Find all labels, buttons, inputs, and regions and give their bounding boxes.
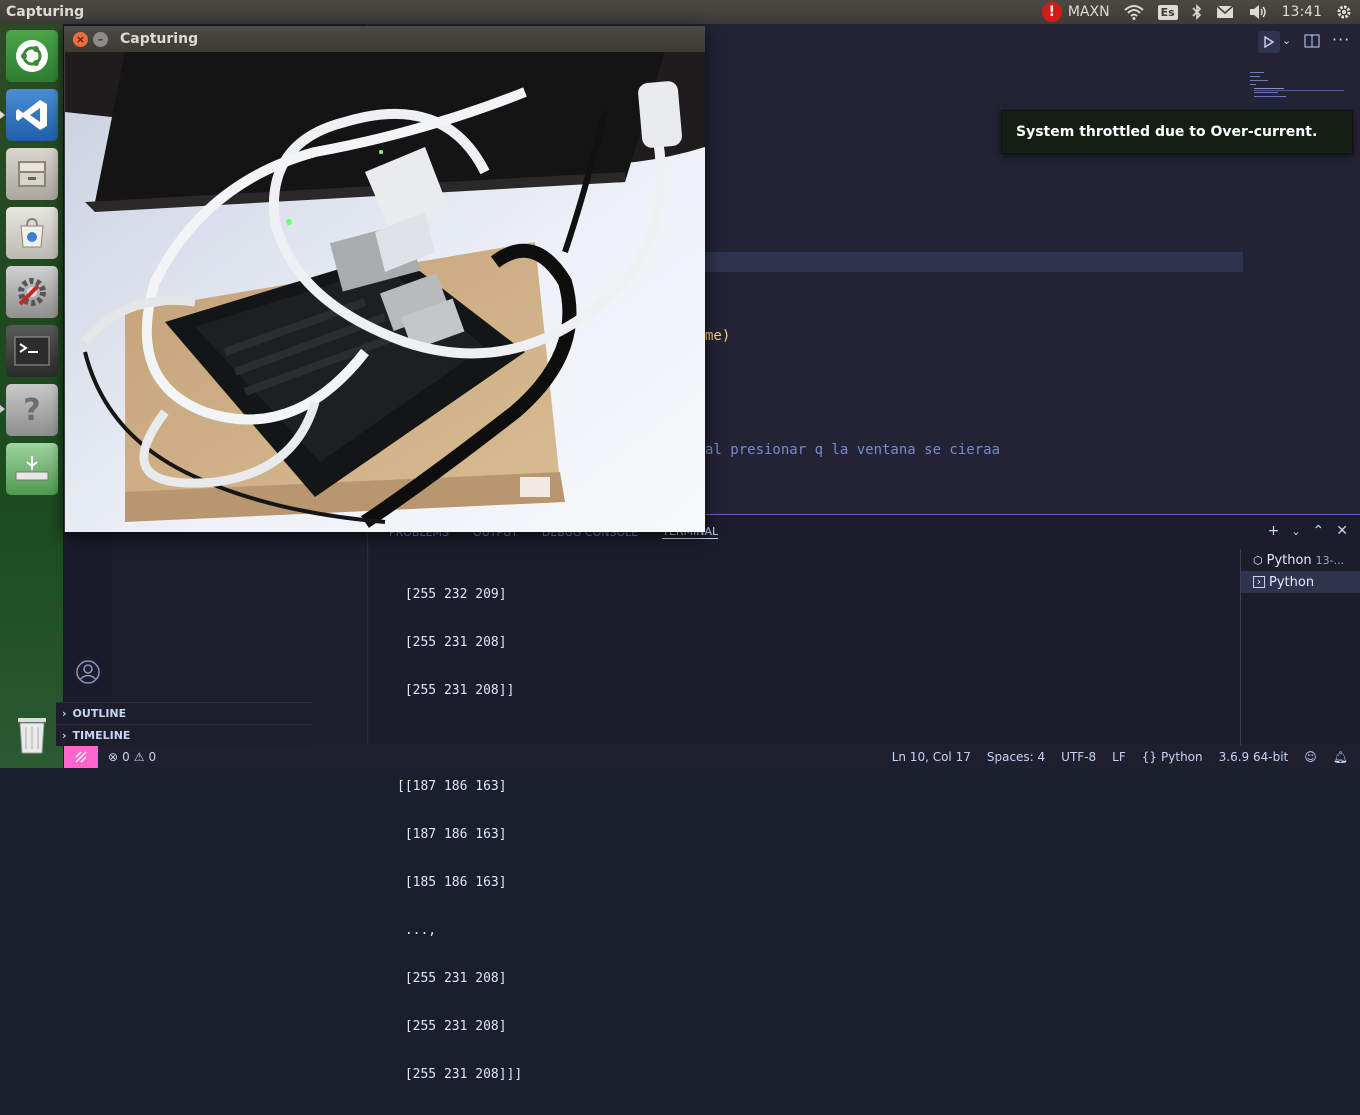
window-title: Capturing — [120, 31, 199, 47]
split-editor-icon[interactable] — [1304, 33, 1320, 53]
cursor-position[interactable]: Ln 10, Col 17 — [892, 750, 971, 764]
remote-icon[interactable] — [64, 746, 98, 768]
terminal-line: [255 231 208]]] — [397, 1067, 523, 1082]
throttle-notification[interactable]: System throttled due to Over-current. — [1001, 110, 1353, 154]
terminal-line: [187 186 163] — [397, 827, 507, 842]
code-fragment: me) — [705, 328, 731, 344]
capturing-window: × – Capturing — [64, 26, 705, 532]
account-icon[interactable] — [76, 660, 100, 688]
status-items: Ln 10, Col 17 Spaces: 4 UTF-8 LF {} Pyth… — [892, 750, 1360, 764]
volume-icon[interactable] — [1248, 4, 1268, 20]
timeline-label: TIMELINE — [72, 729, 131, 742]
power-mode-label[interactable]: MAXN — [1068, 4, 1110, 20]
terminal-list-item[interactable]: ⬡ Python 13-... — [1241, 549, 1360, 571]
software-center-icon[interactable] — [6, 207, 58, 259]
close-button[interactable]: × — [73, 31, 88, 47]
error-count: 0 — [122, 750, 130, 764]
gear-icon[interactable] — [1336, 4, 1352, 20]
help-icon[interactable]: ? — [6, 384, 58, 436]
terminal-name: Python — [1266, 552, 1312, 568]
language-mode[interactable]: {} Python — [1142, 750, 1203, 764]
terminal-line: [255 232 209] — [397, 587, 507, 602]
timeline-section[interactable]: › TIMELINE — [56, 724, 312, 746]
system-tray: ! MAXN Es 13:41 — [1041, 2, 1360, 22]
encoding[interactable]: UTF-8 — [1061, 750, 1096, 764]
terminal-shell-icon: ⬡ — [1253, 553, 1263, 567]
alert-icon[interactable]: ! — [1041, 2, 1062, 22]
file-manager-icon[interactable] — [6, 148, 58, 200]
status-bar: ⊗ 0 ⚠ 0 Ln 10, Col 17 Spaces: 4 UTF-8 LF… — [64, 746, 1360, 768]
terminal-line: ..., — [397, 923, 437, 938]
active-app-title: Capturing — [6, 4, 85, 20]
usb-installer-icon[interactable] — [6, 443, 58, 495]
braces-icon: {} — [1141, 750, 1158, 764]
keyboard-layout-indicator[interactable]: Es — [1157, 4, 1178, 20]
more-actions-icon[interactable]: ··· — [1332, 30, 1350, 49]
top-panel: Capturing ! MAXN Es 13:41 — [0, 0, 1360, 24]
launcher: ? — [0, 24, 64, 768]
new-terminal-icon[interactable]: + — [1268, 523, 1280, 539]
vscode-icon[interactable] — [6, 89, 58, 141]
bluetooth-icon[interactable] — [1192, 4, 1202, 20]
warning-count: 0 — [148, 750, 157, 764]
terminal-line: [185 186 163] — [397, 875, 507, 890]
terminal-panel: PROBLEMS OUTPUT DEBUG CONSOLE TERMINAL +… — [369, 514, 1360, 1082]
terminal-line: [255 231 208] — [397, 1019, 507, 1034]
wifi-icon[interactable] — [1123, 4, 1144, 20]
terminal-list-item[interactable]: › Python — [1241, 571, 1360, 593]
terminal-line: [255 231 208] — [397, 971, 507, 986]
line-ending[interactable]: LF — [1112, 750, 1126, 764]
terminal-shell-icon: › — [1253, 576, 1265, 588]
indentation[interactable]: Spaces: 4 — [987, 750, 1045, 764]
terminal-name: Python — [1269, 574, 1315, 590]
ubuntu-dash-icon[interactable] — [6, 30, 58, 82]
terminal-line: [255 231 208]] — [397, 683, 515, 698]
chevron-down-icon[interactable]: ⌄ — [1291, 525, 1300, 539]
terminal-icon[interactable] — [6, 325, 58, 377]
outline-label: OUTLINE — [72, 707, 127, 720]
maximize-panel-icon[interactable]: ⌃ — [1313, 523, 1325, 539]
problems-counter[interactable]: ⊗ 0 ⚠ 0 — [108, 750, 156, 764]
close-panel-icon[interactable]: ✕ — [1336, 523, 1348, 539]
capturing-titlebar[interactable]: × – Capturing — [64, 26, 705, 52]
terminal-detail: 13-... — [1315, 553, 1345, 567]
run-icon[interactable] — [1258, 31, 1280, 53]
chevron-right-icon: › — [62, 729, 67, 742]
terminal-line: [255 231 208] — [397, 635, 507, 650]
python-interpreter[interactable]: 3.6.9 64-bit — [1219, 750, 1289, 764]
panel-actions: + ⌄ ⌃ ✕ — [1268, 523, 1348, 539]
minimize-button[interactable]: – — [93, 31, 108, 47]
terminal-line: [[187 186 163] — [397, 779, 507, 794]
clock[interactable]: 13:41 — [1282, 4, 1322, 20]
terminal-output[interactable]: [255 232 209] [255 231 208] [255 231 208… — [397, 555, 522, 1115]
system-settings-icon[interactable] — [6, 266, 58, 318]
camera-image — [65, 52, 705, 532]
feedback-icon[interactable]: ☺ — [1304, 750, 1317, 764]
running-indicator — [0, 111, 5, 119]
chevron-right-icon: › — [62, 707, 67, 720]
camera-frame — [65, 52, 705, 532]
minimap[interactable] — [1250, 70, 1350, 110]
warning-icon: ⚠ — [133, 750, 145, 764]
running-indicator — [0, 405, 5, 413]
notifications-bell-icon[interactable]: 🔔︎ — [1333, 750, 1348, 764]
outline-section[interactable]: › OUTLINE — [56, 702, 312, 724]
mail-icon[interactable] — [1216, 5, 1234, 19]
code-comment: al presionar q la ventana se cieraa — [705, 442, 1001, 458]
terminal-list: ⬡ Python 13-... › Python — [1240, 549, 1360, 745]
trash-icon[interactable] — [6, 709, 58, 761]
error-icon: ⊗ — [108, 750, 119, 764]
chevron-down-icon[interactable]: ⌄ — [1282, 34, 1291, 47]
language-label: Python — [1161, 750, 1203, 764]
